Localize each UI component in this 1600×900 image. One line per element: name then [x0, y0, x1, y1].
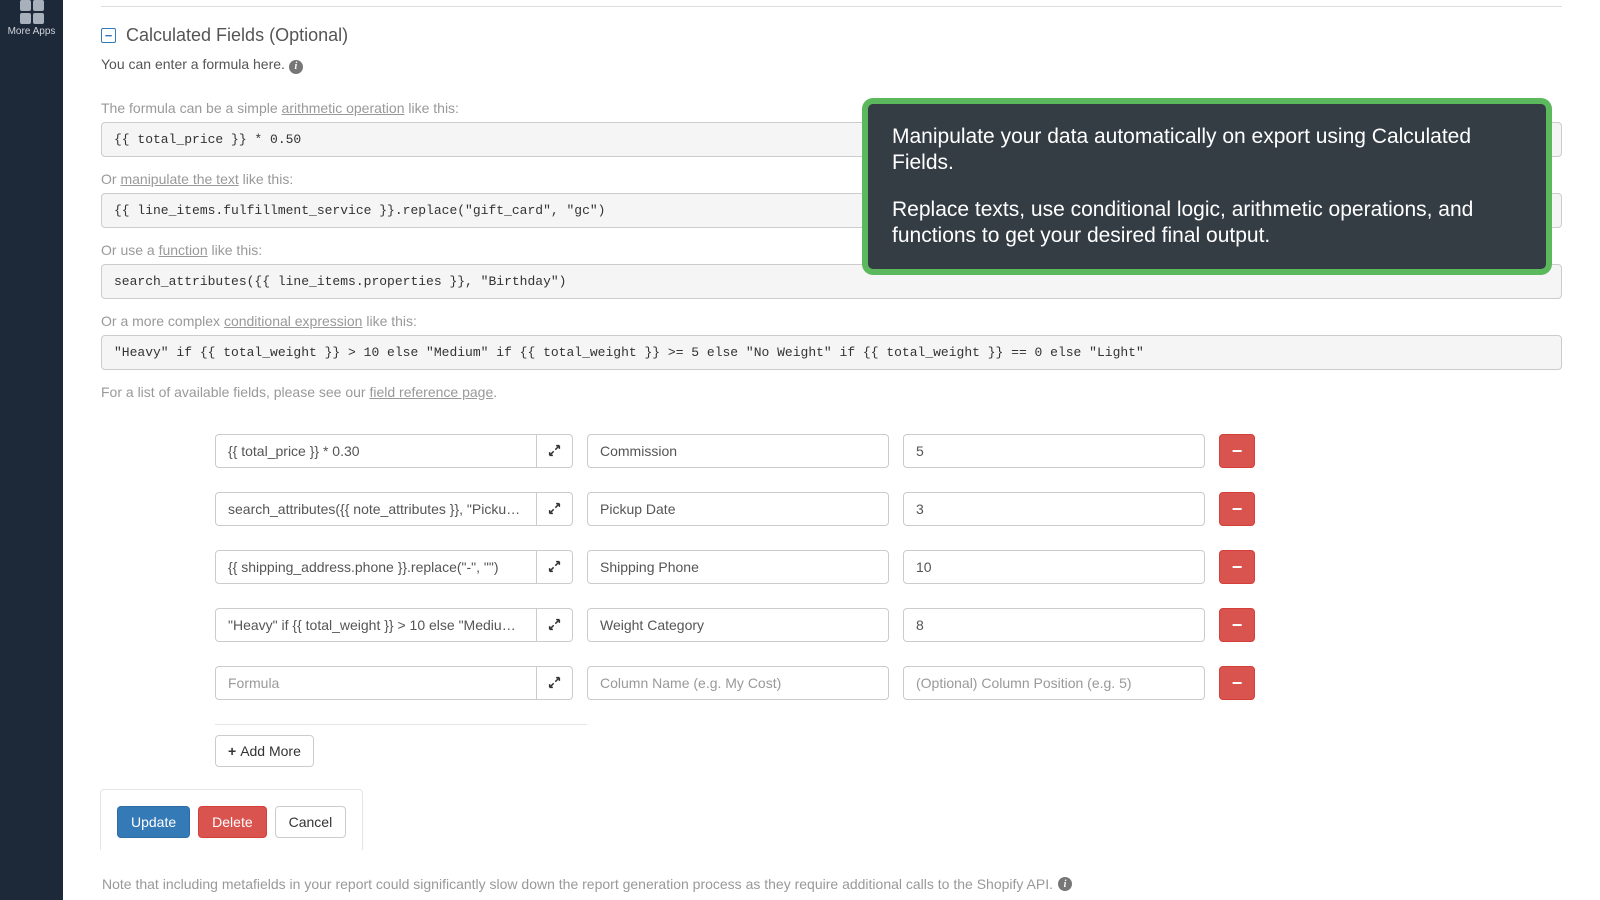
manipulate-text-link[interactable]: manipulate the text [120, 171, 238, 187]
formula-input[interactable] [215, 492, 537, 526]
info-icon[interactable]: i [289, 60, 303, 74]
section-title-text: Calculated Fields (Optional) [126, 25, 348, 46]
section-hint: You can enter a formula here. i [101, 56, 1562, 74]
remove-row-button[interactable]: − [1219, 666, 1255, 700]
column-name-input[interactable] [587, 666, 889, 700]
collapse-icon[interactable]: − [101, 28, 116, 43]
remove-row-button[interactable]: − [1219, 492, 1255, 526]
calculated-field-row: − [215, 608, 1307, 642]
example-conditional-code: "Heavy" if {{ total_weight }} > 10 else … [101, 335, 1562, 370]
section-header[interactable]: − Calculated Fields (Optional) [101, 25, 1562, 46]
remove-row-button[interactable]: − [1219, 550, 1255, 584]
calculated-field-row: − [215, 492, 1307, 526]
remove-row-button[interactable]: − [1219, 608, 1255, 642]
more-apps-icon[interactable] [20, 0, 44, 24]
divider [101, 6, 1562, 7]
column-position-input[interactable] [903, 550, 1205, 584]
calculated-field-row: − [215, 434, 1307, 468]
add-more-button[interactable]: + Add More [215, 735, 314, 767]
cancel-button[interactable]: Cancel [275, 806, 347, 838]
column-name-input[interactable] [587, 608, 889, 642]
delete-button[interactable]: Delete [198, 806, 266, 838]
info-icon[interactable]: i [1058, 877, 1072, 891]
tooltip-paragraph: Manipulate your data automatically on ex… [892, 124, 1522, 177]
column-position-input[interactable] [903, 666, 1205, 700]
more-apps-label[interactable]: More Apps [0, 26, 63, 37]
tooltip-paragraph: Replace texts, use conditional logic, ar… [892, 197, 1522, 250]
expand-button[interactable] [537, 492, 573, 526]
formula-input[interactable] [215, 608, 537, 642]
remove-row-button[interactable]: − [1219, 434, 1255, 468]
column-position-input[interactable] [903, 608, 1205, 642]
column-position-input[interactable] [903, 434, 1205, 468]
footer-note: Note that including metafields in your r… [102, 876, 1072, 892]
field-reference-link[interactable]: field reference page [369, 384, 493, 400]
expand-button[interactable] [537, 666, 573, 700]
expand-button[interactable] [537, 434, 573, 468]
function-link[interactable]: function [159, 242, 208, 258]
formula-input[interactable] [215, 666, 537, 700]
column-name-input[interactable] [587, 492, 889, 526]
formula-input[interactable] [215, 434, 537, 468]
calculated-field-row: − [215, 666, 1307, 700]
expand-button[interactable] [537, 608, 573, 642]
conditional-link[interactable]: conditional expression [224, 313, 363, 329]
field-reference-note: For a list of available fields, please s… [101, 384, 1562, 400]
calculated-field-row: − [215, 550, 1307, 584]
expand-button[interactable] [537, 550, 573, 584]
divider [215, 724, 587, 725]
example-conditional-label: Or a more complex conditional expression… [101, 313, 1562, 329]
onboarding-tooltip: Manipulate your data automatically on ex… [868, 104, 1546, 269]
column-name-input[interactable] [587, 434, 889, 468]
formula-input[interactable] [215, 550, 537, 584]
update-button[interactable]: Update [117, 806, 190, 838]
arithmetic-link[interactable]: arithmetic operation [282, 100, 405, 116]
column-position-input[interactable] [903, 492, 1205, 526]
calculated-fields-rows: − − − − − + Add More [215, 434, 1307, 767]
footer-actions: Update Delete Cancel [100, 789, 363, 850]
column-name-input[interactable] [587, 550, 889, 584]
sidebar: More Apps [0, 0, 63, 900]
